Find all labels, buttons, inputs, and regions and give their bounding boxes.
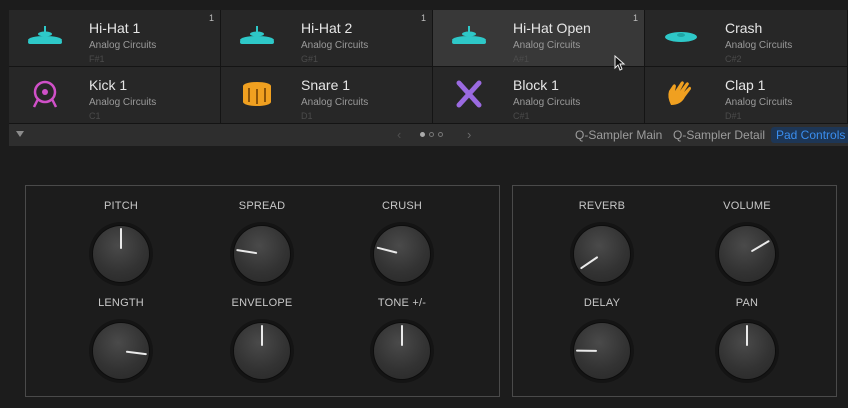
- crush-knob-group: CRUSH: [357, 200, 447, 286]
- envelope-knob-group: ENVELOPE: [217, 297, 307, 383]
- pad-kit: Analog Circuits: [301, 40, 369, 51]
- volume-knob-group: VOLUME: [702, 200, 792, 286]
- knob-label: VOLUME: [723, 200, 771, 212]
- tab-q-sampler-detail[interactable]: Q-Sampler Detail: [673, 128, 765, 142]
- pad-note: D1: [301, 111, 313, 121]
- cymbal-icon: [661, 22, 701, 52]
- knob-label: SPREAD: [238, 200, 286, 212]
- pad-note: F#1: [89, 54, 105, 64]
- hihat-icon: [449, 22, 489, 52]
- pad-kick-1[interactable]: Kick 1 Analog Circuits C1: [9, 67, 221, 124]
- tab-pad-controls[interactable]: Pad Controls: [771, 127, 848, 143]
- pad-name: Clap 1: [725, 77, 766, 93]
- knob-label: PITCH: [104, 200, 138, 212]
- knob-pointer-icon: [236, 249, 258, 255]
- tone-knob[interactable]: [370, 319, 434, 383]
- pad-note: A#1: [513, 54, 530, 64]
- tab-q-sampler-main[interactable]: Q-Sampler Main: [575, 128, 662, 142]
- spread-knob-group: SPREAD: [217, 200, 307, 286]
- pad-name: Block 1: [513, 77, 559, 93]
- pan-knob[interactable]: [715, 319, 779, 383]
- pad-snare-1[interactable]: Snare 1 Analog Circuits D1: [221, 67, 433, 124]
- pad-name: Hi-Hat 1: [89, 20, 141, 36]
- delay-knob-group: DELAY: [557, 297, 647, 383]
- envelope-knob[interactable]: [230, 319, 294, 383]
- reverb-knob-group: REVERB: [557, 200, 647, 286]
- view-tab-bar: ‹ › Q-Sampler Main Q-Sampler Detail Pad …: [9, 124, 848, 146]
- knob-pointer-icon: [376, 246, 398, 254]
- hihat-icon: [25, 22, 65, 52]
- pad-name: Snare 1: [301, 77, 351, 93]
- delay-knob[interactable]: [570, 319, 634, 383]
- pad-kit: Analog Circuits: [89, 40, 157, 51]
- knob-label: CRUSH: [381, 200, 423, 212]
- pad-badge: 1: [420, 13, 426, 23]
- pad-badge: 1: [632, 13, 638, 23]
- knob-pointer-icon: [120, 228, 122, 249]
- pad-kit: Analog Circuits: [725, 97, 793, 108]
- knob-label: DELAY: [583, 297, 621, 309]
- knob-label: REVERB: [578, 200, 626, 212]
- pad-badge: 1: [208, 13, 214, 23]
- pad-note: G#1: [301, 54, 319, 64]
- knob-label: ENVELOPE: [231, 297, 293, 309]
- collapse-triangle-icon[interactable]: [16, 131, 24, 137]
- kick-drum-icon: [25, 79, 65, 109]
- tone-knob-group: TONE +/-: [357, 297, 447, 383]
- volume-knob[interactable]: [715, 222, 779, 286]
- pad-clap-1[interactable]: Clap 1 Analog Circuits D#1: [645, 67, 848, 124]
- pad-kit: Analog Circuits: [89, 97, 157, 108]
- pad-kit: Analog Circuits: [725, 40, 793, 51]
- pad-note: C1: [89, 111, 101, 121]
- knob-label: TONE +/-: [377, 297, 427, 309]
- pad-kit: Analog Circuits: [513, 40, 581, 51]
- hihat-icon: [237, 22, 277, 52]
- knob-pointer-icon: [125, 350, 147, 356]
- knob-pointer-icon: [401, 325, 403, 346]
- pad-grid: Hi-Hat 1 Analog Circuits F#1 1 Hi-Hat 2 …: [9, 10, 848, 124]
- page-dot[interactable]: [429, 132, 434, 137]
- reverb-knob[interactable]: [570, 222, 634, 286]
- page-dot[interactable]: [420, 132, 425, 137]
- pad-name: Hi-Hat 2: [301, 20, 353, 36]
- knob-pointer-icon: [580, 256, 599, 270]
- clap-hand-icon: [661, 79, 701, 109]
- pad-note: C#1: [513, 111, 530, 121]
- spread-knob[interactable]: [230, 222, 294, 286]
- crush-knob[interactable]: [370, 222, 434, 286]
- pad-note: C#2: [725, 54, 742, 64]
- pad-block-1[interactable]: Block 1 Analog Circuits C#1: [433, 67, 645, 124]
- pad-hi-hat-2[interactable]: Hi-Hat 2 Analog Circuits G#1 1: [221, 10, 433, 67]
- knob-pointer-icon: [751, 240, 770, 252]
- pad-name: Crash: [725, 20, 763, 36]
- page-dot[interactable]: [438, 132, 443, 137]
- pan-knob-group: PAN: [702, 297, 792, 383]
- sticks-icon: [449, 79, 489, 109]
- next-page-button[interactable]: ›: [467, 127, 471, 142]
- pad-hi-hat-1[interactable]: Hi-Hat 1 Analog Circuits F#1 1: [9, 10, 221, 67]
- knob-pointer-icon: [261, 325, 263, 346]
- length-knob-group: LENGTH: [76, 297, 166, 383]
- previous-page-button[interactable]: ‹: [397, 127, 401, 142]
- knob-pointer-icon: [746, 325, 748, 346]
- page-indicator: [420, 132, 443, 137]
- snare-drum-icon: [237, 79, 277, 109]
- pad-crash[interactable]: Crash Analog Circuits C#2: [645, 10, 848, 67]
- pitch-knob-group: PITCH: [76, 200, 166, 286]
- pad-name: Hi-Hat Open: [513, 20, 591, 36]
- knob-pointer-icon: [576, 349, 598, 352]
- pitch-knob[interactable]: [89, 222, 153, 286]
- pad-note: D#1: [725, 111, 742, 121]
- knob-label: LENGTH: [98, 297, 144, 309]
- pad-name: Kick 1: [89, 77, 128, 93]
- mouse-cursor-icon: [614, 55, 626, 71]
- length-knob[interactable]: [89, 319, 153, 383]
- knob-label: PAN: [735, 297, 759, 309]
- pad-kit: Analog Circuits: [513, 97, 581, 108]
- pad-kit: Analog Circuits: [301, 97, 369, 108]
